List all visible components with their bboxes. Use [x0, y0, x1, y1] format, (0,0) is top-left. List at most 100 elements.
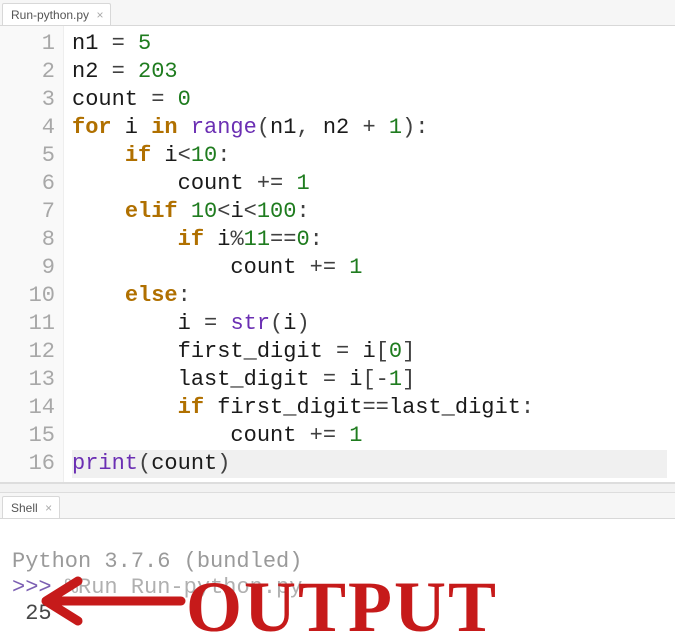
shell-result: 25: [25, 601, 51, 626]
code-token: 0: [296, 227, 309, 252]
code-token: =: [138, 87, 178, 112]
code-line[interactable]: if first_digit==last_digit:: [72, 394, 667, 422]
code-token: [72, 143, 125, 168]
shell-banner: Python 3.7.6 (bundled): [12, 549, 302, 574]
code-token: -: [376, 367, 389, 392]
code-token: :: [415, 115, 428, 140]
code-line[interactable]: count += 1: [72, 254, 667, 282]
tab-label: Run-python.py: [11, 8, 89, 22]
code-token: [72, 283, 125, 308]
code-token: [178, 115, 191, 140]
tab-editor-file[interactable]: Run-python.py ×: [2, 3, 111, 25]
code-token: i: [112, 115, 152, 140]
code-line[interactable]: for i in range(n1, n2 + 1):: [72, 114, 667, 142]
tab-label: Shell: [11, 501, 38, 515]
shell-command: %Run Run-python.py: [65, 575, 303, 600]
line-number: 12: [0, 338, 55, 366]
code-token: =: [98, 59, 138, 84]
code-token: 10: [191, 199, 217, 224]
code-token: n2: [72, 59, 98, 84]
shell-output-area[interactable]: Python 3.7.6 (bundled) >>> %Run Run-pyth…: [0, 519, 675, 631]
code-token: (: [270, 311, 283, 336]
code-token: count: [72, 87, 138, 112]
code-token: =: [204, 311, 230, 336]
code-token: <: [178, 143, 191, 168]
code-token: last_digit: [72, 367, 323, 392]
code-token: if: [125, 143, 151, 168]
shell-tabbar: Shell ×: [0, 493, 675, 519]
code-token: 100: [257, 199, 297, 224]
pane-separator[interactable]: [0, 483, 675, 493]
close-icon[interactable]: ×: [43, 502, 55, 514]
code-line[interactable]: i = str(i): [72, 310, 667, 338]
code-token: ): [402, 115, 415, 140]
line-number: 10: [0, 282, 55, 310]
shell-prompt: >>>: [12, 575, 52, 600]
code-token: first_digit: [204, 395, 362, 420]
code-token: :: [217, 143, 230, 168]
tab-shell[interactable]: Shell ×: [2, 496, 60, 518]
code-token: ]: [402, 367, 415, 392]
code-token: 10: [191, 143, 217, 168]
code-token: if: [178, 227, 204, 252]
code-token: ]: [402, 339, 415, 364]
code-line[interactable]: count += 1: [72, 422, 667, 450]
shell-panel[interactable]: Python 3.7.6 (bundled) >>> %Run Run-pyth…: [0, 519, 675, 631]
code-token: i: [362, 339, 375, 364]
code-line[interactable]: last_digit = i[-1]: [72, 366, 667, 394]
line-number: 8: [0, 226, 55, 254]
code-token: +=: [310, 423, 350, 448]
code-token: n1: [270, 115, 296, 140]
code-token: elif: [125, 199, 178, 224]
code-line[interactable]: count = 0: [72, 86, 667, 114]
close-icon[interactable]: ×: [94, 9, 106, 21]
line-number-gutter: 12345678910111213141516: [0, 26, 64, 482]
code-token: ): [217, 451, 230, 476]
line-number: 6: [0, 170, 55, 198]
code-token: i: [204, 227, 230, 252]
code-line[interactable]: if i%11==0:: [72, 226, 667, 254]
code-token: count: [72, 423, 310, 448]
code-token: ==: [362, 395, 388, 420]
line-number: 1: [0, 30, 55, 58]
code-token: ): [296, 311, 309, 336]
editor-tabbar: Run-python.py ×: [0, 0, 675, 26]
code-token: i: [349, 367, 362, 392]
code-token: =: [323, 367, 349, 392]
code-token: 203: [138, 59, 178, 84]
code-area[interactable]: n1 = 5n2 = 203count = 0for i in range(n1…: [64, 26, 675, 482]
code-line[interactable]: if i<10:: [72, 142, 667, 170]
code-line[interactable]: print(count): [72, 450, 667, 478]
code-token: [72, 199, 125, 224]
code-editor[interactable]: 12345678910111213141516 n1 = 5n2 = 203co…: [0, 26, 675, 483]
line-number: 16: [0, 450, 55, 478]
line-number: 13: [0, 366, 55, 394]
code-token: <: [244, 199, 257, 224]
code-line[interactable]: count += 1: [72, 170, 667, 198]
code-token: :: [521, 395, 534, 420]
code-token: i: [72, 311, 204, 336]
code-token: 11: [244, 227, 270, 252]
code-token: :: [178, 283, 191, 308]
code-token: count: [151, 451, 217, 476]
code-line[interactable]: n1 = 5: [72, 30, 667, 58]
line-number: 5: [0, 142, 55, 170]
code-token: 1: [349, 423, 362, 448]
line-number: 3: [0, 86, 55, 114]
code-token: n2: [323, 115, 349, 140]
code-token: ,: [296, 115, 322, 140]
code-token: [: [362, 367, 375, 392]
line-number: 7: [0, 198, 55, 226]
code-line[interactable]: elif 10<i<100:: [72, 198, 667, 226]
code-token: in: [151, 115, 177, 140]
code-line[interactable]: else:: [72, 282, 667, 310]
code-token: <: [217, 199, 230, 224]
code-line[interactable]: first_digit = i[0]: [72, 338, 667, 366]
code-token: (: [138, 451, 151, 476]
code-token: %: [230, 227, 243, 252]
code-token: +: [349, 115, 389, 140]
code-line[interactable]: n2 = 203: [72, 58, 667, 86]
code-token: range: [191, 115, 257, 140]
code-token: 1: [389, 115, 402, 140]
code-token: 0: [178, 87, 191, 112]
